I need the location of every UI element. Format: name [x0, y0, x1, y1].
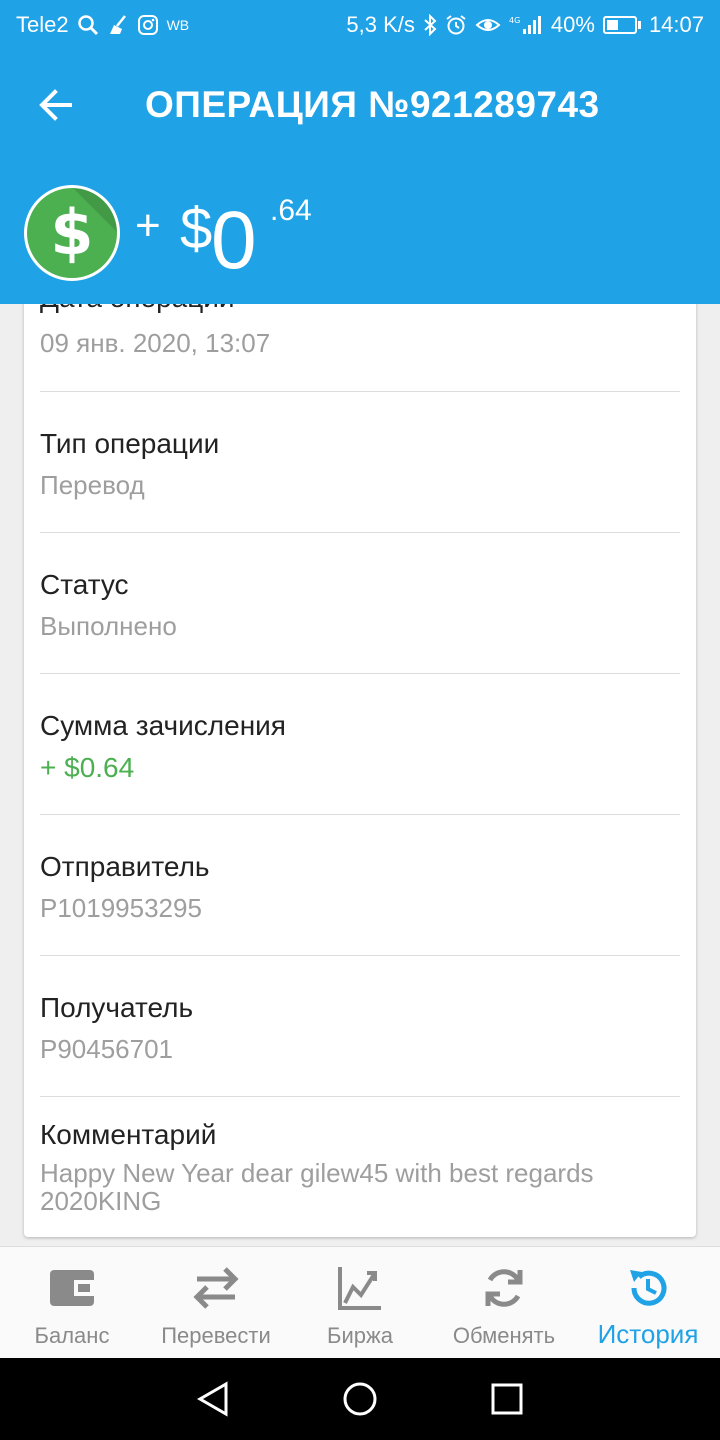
- network-speed: 5,3 K/s: [346, 12, 415, 37]
- clock: 14:07: [648, 12, 704, 37]
- detail-recipient: Получатель P90456701: [40, 956, 680, 1097]
- circle-home-icon: [343, 1382, 377, 1416]
- back-button[interactable]: [0, 50, 112, 160]
- battery-icon: [602, 16, 641, 34]
- amount-integer: 0: [211, 195, 257, 286]
- exchange-icon: [482, 1265, 526, 1311]
- system-navigation-bar: [0, 1358, 720, 1440]
- cleaner-icon: [107, 14, 129, 36]
- details-card: Дата операции 09 янв. 2020, 13:07 Тип оп…: [24, 260, 696, 1237]
- square-recents-icon: [491, 1383, 523, 1415]
- detail-value: Перевод: [40, 470, 145, 500]
- detail-label: Сумма зачисления: [40, 710, 286, 741]
- system-back-button[interactable]: [173, 1369, 253, 1429]
- chart-icon: [337, 1265, 383, 1311]
- signal-icon: 4G: [509, 14, 543, 36]
- nav-item-balance[interactable]: Баланс: [0, 1247, 144, 1358]
- bluetooth-icon: [423, 14, 437, 36]
- wb-app-label: WB: [166, 17, 190, 33]
- detail-value: P90456701: [40, 1034, 174, 1064]
- alarm-icon: [445, 14, 467, 36]
- arrow-left-icon: [39, 89, 72, 121]
- detail-label: Получатель: [40, 992, 194, 1023]
- system-home-button[interactable]: [320, 1369, 400, 1429]
- instagram-icon: [137, 14, 159, 36]
- transfer-icon: [191, 1265, 241, 1311]
- dollar-coin-icon: $: [24, 185, 120, 281]
- nav-item-transfer[interactable]: Перевести: [144, 1247, 288, 1358]
- detail-label: Комментарий: [40, 1119, 217, 1150]
- screen: Tele2 WB 5,3 K/s 4G 40% 14:07 ОПЕРАЦИЯ №…: [0, 0, 720, 1440]
- carrier-label: Tele2: [16, 12, 69, 37]
- detail-type: Тип операции Перевод: [40, 392, 680, 533]
- system-recents-button[interactable]: [467, 1369, 547, 1429]
- amount-cents: .64: [270, 194, 312, 227]
- status-bar: Tele2 WB 5,3 K/s 4G 40% 14:07: [0, 0, 720, 50]
- detail-sender: Отправитель P1019953295: [40, 815, 680, 956]
- page-title: ОПЕРАЦИЯ №921289743: [145, 84, 600, 125]
- amount-sign: +: [135, 201, 161, 250]
- wallet-icon: [48, 1265, 96, 1311]
- detail-status: Статус Выполнено: [40, 533, 680, 674]
- nav-item-history[interactable]: История: [576, 1247, 720, 1358]
- detail-label: Отправитель: [40, 851, 210, 882]
- history-icon: [626, 1265, 670, 1311]
- detail-value: Выполнено: [40, 611, 177, 641]
- nav-label: Баланс: [34, 1323, 110, 1348]
- amount-header: $ + $ 0 .64: [0, 160, 720, 304]
- nav-label: Обменять: [452, 1323, 556, 1348]
- nav-item-swap[interactable]: Обменять: [432, 1247, 576, 1358]
- battery-percent: 40%: [550, 12, 595, 37]
- triangle-back-icon: [197, 1381, 228, 1417]
- bottom-navigation: Баланс Перевести Биржа Обменять История: [0, 1246, 720, 1358]
- detail-comment: Комментарий Happy New Year dear gilew45 …: [40, 1097, 680, 1227]
- nav-label: История: [597, 1319, 699, 1349]
- amount-currency: $: [180, 196, 213, 261]
- detail-credit-amount: Сумма зачисления + $0.64: [40, 674, 680, 815]
- nav-label: Биржа: [327, 1323, 393, 1348]
- eye-comfort-icon: [475, 14, 501, 36]
- nav-label: Перевести: [161, 1323, 271, 1348]
- app-toolbar: ОПЕРАЦИЯ №921289743: [0, 50, 720, 160]
- search-icon: [77, 14, 99, 36]
- detail-label: Тип операции: [40, 428, 220, 459]
- detail-label: Статус: [40, 569, 129, 600]
- detail-value: 09 янв. 2020, 13:07: [40, 328, 271, 358]
- detail-value: Happy New Year dear gilew45 with best re…: [40, 1158, 594, 1216]
- nav-item-exchange-market[interactable]: Биржа: [288, 1247, 432, 1358]
- detail-value: + $0.64: [40, 752, 135, 783]
- detail-value: P1019953295: [40, 893, 202, 923]
- svg-text:4G: 4G: [509, 16, 520, 25]
